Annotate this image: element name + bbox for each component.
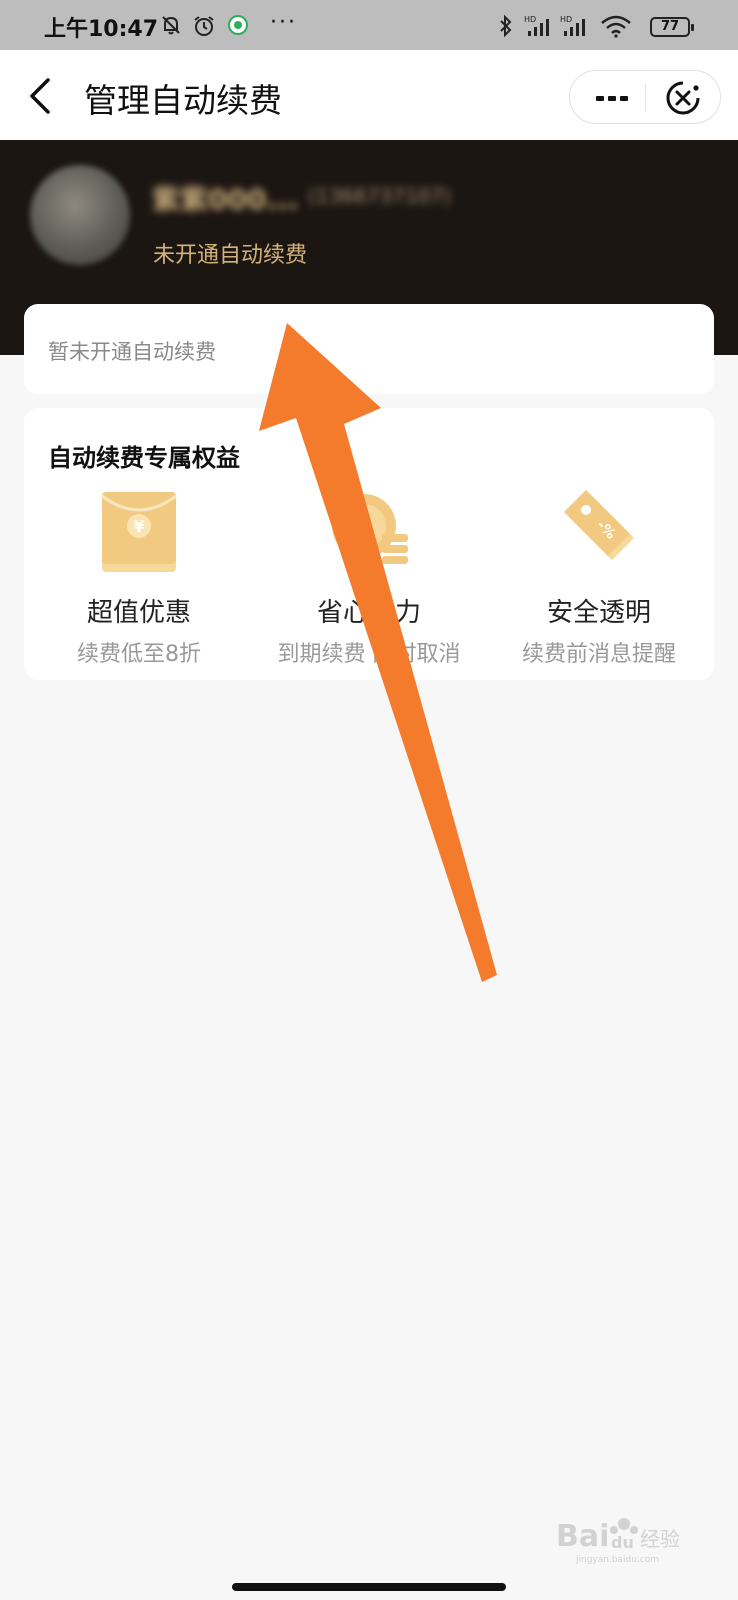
- benefit-item-convenience: 省心省力 到期续费 随时取消: [254, 486, 484, 667]
- svg-text:Bai: Bai: [556, 1519, 609, 1554]
- empty-notice-text: 暂未开通自动续费: [48, 340, 216, 364]
- status-bar: 上午10:47 ··· HD HD 77: [0, 0, 738, 50]
- svg-text:¥: ¥: [133, 517, 144, 536]
- baidu-jingyan-watermark: Bai du 经验 jingyan.baidu.com: [556, 1508, 696, 1568]
- user-name: 紫紫000...: [152, 183, 299, 216]
- benefits-card: 自动续费专属权益 ¥ 超值优惠 续费低至8折 省心省力 到期续费 随时取消 -%…: [24, 408, 714, 680]
- red-envelope-icon: ¥: [94, 486, 184, 580]
- benefit-item-discount: ¥ 超值优惠 续费低至8折: [24, 486, 254, 667]
- benefit-item-transparency: -% 安全透明 续费前消息提醒: [484, 486, 714, 667]
- app-notification-icon: [227, 14, 249, 40]
- svg-text:HD: HD: [524, 15, 536, 24]
- nav-bar: 管理自动续费: [0, 50, 738, 140]
- benefit-desc: 到期续费 随时取消: [277, 642, 461, 667]
- page-title: 管理自动续费: [84, 81, 282, 120]
- watermark-text: 经验: [640, 1527, 680, 1551]
- more-notifications-indicator: ···: [270, 10, 297, 35]
- benefit-desc: 续费前消息提醒: [521, 642, 676, 667]
- watermark-url: jingyan.baidu.com: [575, 1555, 659, 1564]
- benefit-title: 超值优惠: [86, 598, 191, 628]
- user-phone: (1366737107): [308, 184, 451, 208]
- renewal-status: 未开通自动续费: [153, 243, 308, 268]
- coin-stack-icon: [324, 486, 414, 580]
- benefit-desc: 续费低至8折: [77, 642, 201, 667]
- battery-indicator: 77: [650, 17, 694, 37]
- avatar: [30, 165, 130, 265]
- back-icon[interactable]: [26, 76, 54, 120]
- benefit-title: 省心省力: [316, 598, 421, 628]
- capsule-divider: [645, 84, 646, 112]
- wifi-icon: [600, 14, 632, 42]
- miniprogram-capsule: [569, 70, 721, 124]
- alarm-icon: [192, 14, 216, 42]
- close-icon[interactable]: [665, 80, 701, 120]
- svg-text:du: du: [611, 1533, 634, 1552]
- signal-hd-icon: HD: [524, 14, 552, 42]
- signal-hd-2-icon: HD: [560, 14, 588, 42]
- home-indicator[interactable]: [232, 1583, 506, 1591]
- more-options-icon[interactable]: [594, 83, 630, 117]
- discount-tag-icon: -%: [554, 486, 644, 580]
- bluetooth-icon: [498, 14, 514, 42]
- renewal-empty-card: 暂未开通自动续费: [24, 304, 714, 394]
- benefits-heading: 自动续费专属权益: [48, 444, 240, 472]
- status-time: 上午10:47: [44, 17, 159, 42]
- svg-text:HD: HD: [560, 15, 572, 24]
- benefit-title: 安全透明: [546, 598, 651, 628]
- mute-bell-icon: [160, 14, 182, 40]
